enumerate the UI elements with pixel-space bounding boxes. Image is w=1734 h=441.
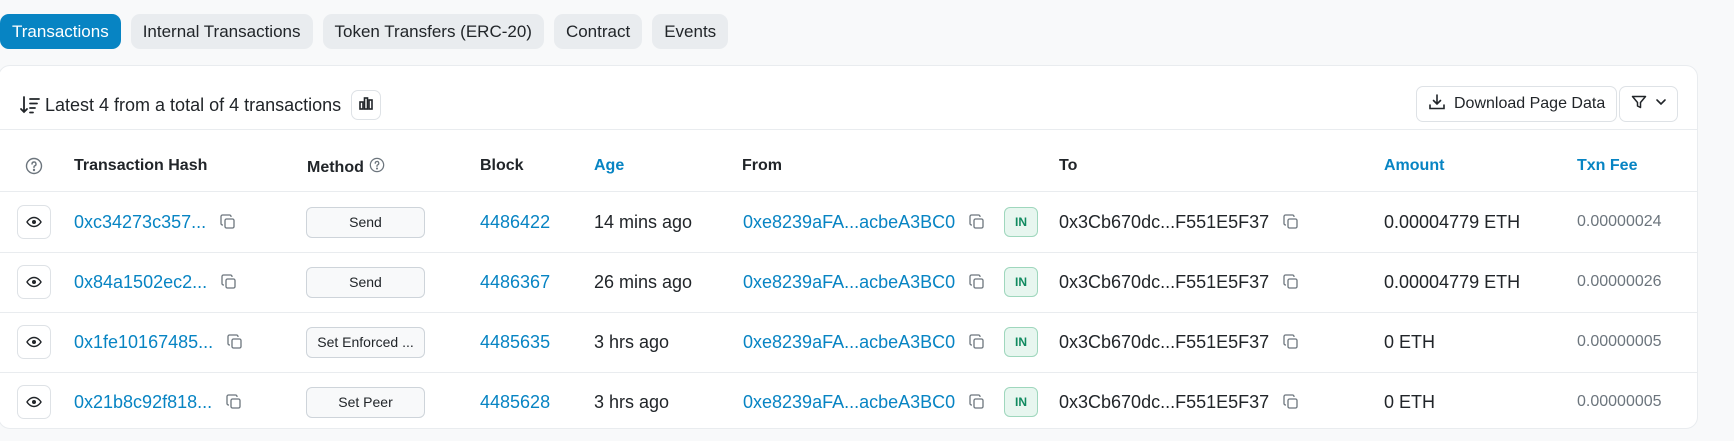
- from-address-link[interactable]: 0xe8239aFA...acbeA3BC0: [743, 272, 955, 293]
- column-header-to: To: [1059, 157, 1078, 174]
- filter-icon: [1631, 94, 1647, 115]
- tab-transactions[interactable]: Transactions: [0, 14, 121, 49]
- tab-token-transfers[interactable]: Token Transfers (ERC-20): [322, 14, 544, 49]
- copy-icon[interactable]: [969, 274, 985, 290]
- method-badge: Send: [306, 266, 425, 298]
- method-badge: Send: [306, 206, 425, 238]
- download-icon: [1428, 93, 1446, 116]
- block-link[interactable]: 4485635: [480, 332, 550, 353]
- table-row: 0xc34273c357... Send 4486422 14 mins ago…: [0, 192, 1699, 252]
- txn-fee-text: 0.00000005: [1577, 393, 1662, 410]
- block-link[interactable]: 4485628: [480, 392, 550, 413]
- copy-icon[interactable]: [1283, 214, 1299, 230]
- column-header-age[interactable]: Age: [594, 157, 624, 175]
- amount-text: 0 ETH: [1384, 331, 1436, 352]
- transactions-summary: Latest 4 from a total of 4 transactions: [19, 90, 382, 120]
- copy-icon[interactable]: [221, 274, 237, 290]
- info-column-header[interactable]: [25, 157, 43, 180]
- block-link[interactable]: 4486367: [480, 272, 550, 293]
- amount-text: 0.00004779 ETH: [1384, 211, 1521, 232]
- chevron-down-icon: [1655, 95, 1667, 113]
- transaction-hash-link[interactable]: 0x84a1502ec2...: [74, 272, 207, 293]
- from-address-link[interactable]: 0xe8239aFA...acbeA3BC0: [743, 392, 955, 413]
- to-address: 0x3Cb670dc...F551E5F37: [1059, 211, 1270, 232]
- age-text: 3 hrs ago: [594, 391, 670, 412]
- filter-button[interactable]: [1619, 86, 1678, 122]
- transaction-hash-link[interactable]: 0x21b8c92f818...: [74, 392, 212, 413]
- txn-fee-text: 0.00000024: [1577, 213, 1662, 230]
- copy-icon[interactable]: [220, 214, 236, 230]
- tab-bar: Transactions Internal Transactions Token…: [0, 14, 729, 49]
- table-row: 0x84a1502ec2... Send 4486367 26 mins ago…: [0, 252, 1699, 312]
- summary-text: Latest 4 from a total of 4 transactions: [45, 94, 342, 115]
- direction-badge: IN: [1004, 387, 1038, 417]
- copy-icon[interactable]: [227, 334, 243, 350]
- tab-contract[interactable]: Contract: [553, 14, 643, 49]
- method-badge: Set Enforced ...: [306, 326, 425, 358]
- table-row: 0x21b8c92f818... Set Peer 4485628 3 hrs …: [0, 372, 1699, 432]
- question-circle-icon: [25, 157, 43, 180]
- column-header-fee[interactable]: Txn Fee: [1577, 157, 1637, 175]
- from-address-link[interactable]: 0xe8239aFA...acbeA3BC0: [743, 212, 955, 233]
- copy-icon[interactable]: [969, 394, 985, 410]
- eye-icon[interactable]: [17, 265, 51, 299]
- copy-icon[interactable]: [1283, 394, 1299, 410]
- copy-icon[interactable]: [226, 394, 242, 410]
- block-link[interactable]: 4486422: [480, 212, 550, 233]
- column-header-hash: Transaction Hash: [74, 157, 208, 174]
- tab-internal-transactions[interactable]: Internal Transactions: [130, 14, 313, 49]
- column-header-method: Method: [307, 157, 385, 178]
- bar-chart-icon: [358, 95, 374, 116]
- eye-icon[interactable]: [17, 325, 51, 359]
- direction-badge: IN: [1004, 207, 1038, 237]
- amount-text: 0.00004779 ETH: [1384, 271, 1521, 292]
- direction-badge: IN: [1004, 267, 1038, 297]
- download-page-data-button[interactable]: Download Page Data: [1416, 86, 1618, 122]
- copy-icon[interactable]: [969, 334, 985, 350]
- transaction-hash-link[interactable]: 0xc34273c357...: [74, 212, 206, 233]
- direction-badge: IN: [1004, 327, 1038, 357]
- age-text: 14 mins ago: [594, 211, 693, 232]
- copy-icon[interactable]: [1283, 334, 1299, 350]
- to-address: 0x3Cb670dc...F551E5F37: [1059, 331, 1270, 352]
- chart-view-button[interactable]: [351, 90, 382, 120]
- copy-icon[interactable]: [1283, 274, 1299, 290]
- txn-fee-text: 0.00000026: [1577, 273, 1662, 290]
- column-header-from: From: [742, 157, 782, 174]
- eye-icon[interactable]: [17, 385, 51, 419]
- method-label: Method: [307, 158, 364, 176]
- from-address-link[interactable]: 0xe8239aFA...acbeA3BC0: [743, 332, 955, 353]
- amount-text: 0 ETH: [1384, 391, 1436, 412]
- column-header-amount[interactable]: Amount: [1384, 157, 1444, 175]
- transactions-card: Latest 4 from a total of 4 transactions …: [0, 65, 1698, 429]
- copy-icon[interactable]: [969, 214, 985, 230]
- divider: [0, 129, 1697, 130]
- sort-icon: [19, 94, 41, 116]
- table-row: 0x1fe10167485... Set Enforced ... 448563…: [0, 312, 1699, 372]
- age-text: 26 mins ago: [594, 271, 693, 292]
- age-text: 3 hrs ago: [594, 331, 670, 352]
- eye-icon[interactable]: [17, 205, 51, 239]
- to-address: 0x3Cb670dc...F551E5F37: [1059, 391, 1270, 412]
- method-badge: Set Peer: [306, 386, 425, 418]
- to-address: 0x3Cb670dc...F551E5F37: [1059, 271, 1270, 292]
- column-header-block: Block: [480, 157, 524, 174]
- tab-events[interactable]: Events: [652, 14, 729, 49]
- question-circle-icon[interactable]: [369, 157, 385, 178]
- download-label: Download Page Data: [1454, 95, 1606, 112]
- txn-fee-text: 0.00000005: [1577, 333, 1662, 350]
- transaction-hash-link[interactable]: 0x1fe10167485...: [74, 332, 213, 353]
